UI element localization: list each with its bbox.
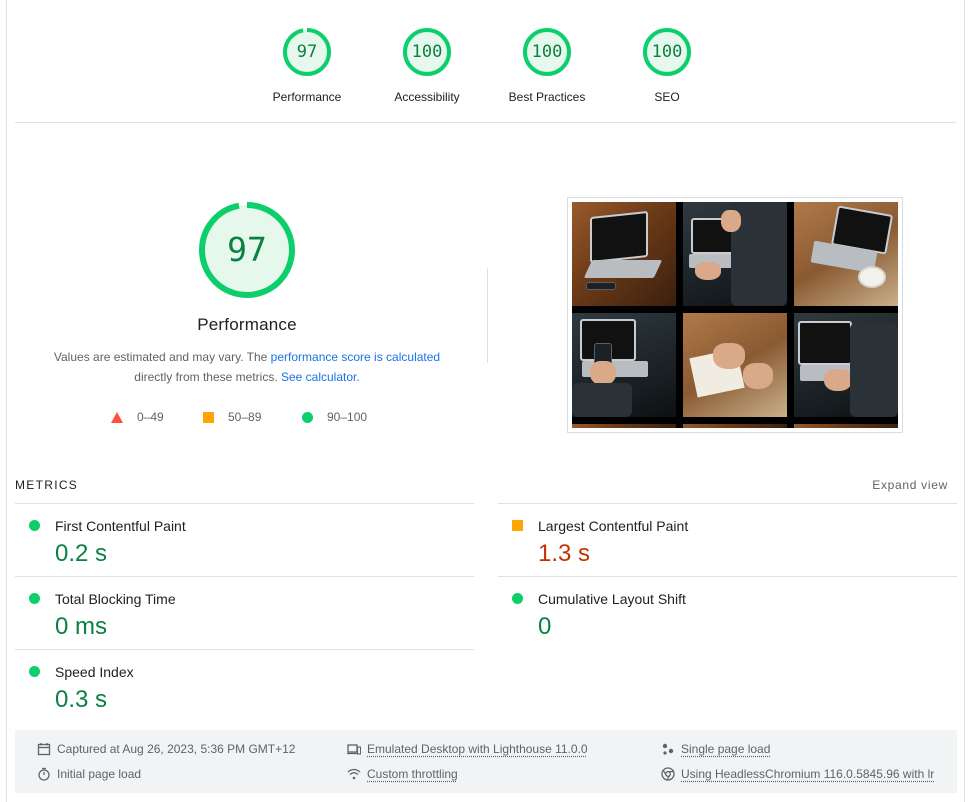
photo-tile [683, 202, 787, 306]
performance-title: Performance [197, 315, 297, 334]
photo-tile [683, 424, 787, 428]
screenshot-grid [572, 202, 898, 428]
chrome-icon [661, 767, 675, 781]
see-calculator-link[interactable]: See calculator. [281, 370, 360, 384]
gauge-label: SEO [654, 90, 680, 104]
legend-average-label: 50–89 [228, 410, 262, 424]
emulated-text[interactable]: Emulated Desktop with Lighthouse 11.0.0 [367, 742, 588, 756]
captured-text: Captured at Aug 26, 2023, 5:36 PM GMT+12 [57, 742, 296, 756]
throttling-text[interactable]: Custom throttling [367, 767, 458, 781]
legend-fail-label: 0–49 [137, 410, 164, 424]
triangle-icon [111, 411, 123, 423]
gauge-performance[interactable]: 97 Performance [252, 27, 362, 104]
gauge-ring: 97 [282, 27, 332, 77]
expand-view-button[interactable]: Expand view [872, 478, 948, 492]
pass-circle-icon [29, 666, 40, 677]
metrics-heading: METRICS [15, 478, 79, 492]
photo-tile [683, 313, 787, 417]
legend-fail: 0–49 [111, 410, 164, 424]
metric-value: 0 ms [55, 613, 108, 640]
gauge-ring: 100 [522, 27, 572, 77]
pass-circle-icon [29, 520, 40, 531]
metric-fcp: First Contentful Paint 0.2 s [15, 503, 474, 576]
metric-lcp: Largest Contentful Paint 1.3 s [498, 503, 957, 576]
header-divider [15, 122, 956, 123]
photo-tile [794, 313, 898, 417]
desc-text-2: directly from these metrics. [134, 370, 281, 384]
metric-value: 0 [538, 613, 552, 640]
score-calculated-link[interactable]: performance score is calculated [271, 350, 440, 364]
metric-cls: Cumulative Layout Shift 0 [498, 576, 957, 649]
photo-tile [572, 202, 676, 306]
average-square-icon [512, 520, 523, 531]
emulated-device[interactable]: Emulated Desktop with Lighthouse 11.0.0 [347, 742, 588, 756]
photo-tile [572, 424, 676, 428]
gauge-score: 100 [411, 42, 443, 62]
metric-label: Largest Contentful Paint [538, 518, 689, 534]
gauge-score: 97 [296, 42, 318, 62]
lighthouse-report: 97 Performance 100 Accessibility 100 Bes… [6, 0, 965, 802]
vertical-divider [487, 268, 488, 363]
performance-summary: 97 Performance Values are estimated and … [15, 200, 479, 387]
captured-at: Captured at Aug 26, 2023, 5:36 PM GMT+12 [37, 742, 295, 756]
devices-icon [347, 744, 361, 755]
final-screenshot[interactable] [567, 197, 903, 433]
gauge-score: 100 [651, 42, 683, 62]
initial-page-load: Initial page load [37, 767, 141, 781]
runtime-settings: Captured at Aug 26, 2023, 5:36 PM GMT+12… [15, 730, 957, 793]
legend-average: 50–89 [203, 410, 261, 424]
photo-tile [794, 424, 898, 428]
gauge-ring: 100 [402, 27, 452, 77]
gauge-ring: 100 [642, 27, 692, 77]
pass-circle-icon [512, 593, 523, 604]
desc-text-1: Values are estimated and may vary. The [53, 350, 271, 364]
initial-load-text: Initial page load [57, 767, 142, 781]
metric-label: Total Blocking Time [55, 591, 176, 607]
metric-value: 0.3 s [55, 686, 108, 713]
metric-tbt: Total Blocking Time 0 ms [15, 576, 474, 649]
single-page-load[interactable]: Single page load [661, 742, 770, 756]
throttling[interactable]: Custom throttling [347, 767, 458, 781]
stopwatch-icon [38, 767, 50, 781]
legend-pass-label: 90–100 [327, 410, 368, 424]
metric-speed-index: Speed Index 0.3 s [15, 649, 474, 722]
performance-gauge: 97 [197, 200, 297, 300]
performance-description: Values are estimated and may vary. The p… [15, 347, 479, 387]
performance-score: 97 [227, 230, 267, 269]
metric-value: 1.3 s [538, 540, 591, 567]
gauge-best-practices[interactable]: 100 Best Practices [492, 27, 602, 104]
browser-version[interactable]: Using HeadlessChromium 116.0.5845.96 wit… [661, 767, 934, 781]
using-text[interactable]: Using HeadlessChromium 116.0.5845.96 wit… [681, 767, 934, 781]
gauge-accessibility[interactable]: 100 Accessibility [372, 27, 482, 104]
metric-value: 0.2 s [55, 540, 108, 567]
legend-pass: 90–100 [302, 410, 367, 424]
single-load-text[interactable]: Single page load [681, 742, 770, 756]
photo-tile [794, 202, 898, 306]
metric-label: Speed Index [55, 664, 134, 680]
gauge-score: 100 [531, 42, 563, 62]
calendar-icon [37, 743, 51, 756]
photo-tile [572, 313, 676, 417]
metric-label: Cumulative Layout Shift [538, 591, 686, 607]
nodes-icon [662, 743, 674, 755]
circle-icon [302, 411, 313, 423]
wifi-icon [347, 768, 361, 780]
gauge-label: Accessibility [394, 90, 460, 104]
score-legend: 0–49 50–89 90–100 [111, 410, 391, 426]
gauge-seo[interactable]: 100 SEO [612, 27, 722, 104]
square-icon [203, 411, 214, 423]
pass-circle-icon [29, 593, 40, 604]
gauge-label: Best Practices [508, 90, 586, 104]
gauge-label: Performance [272, 90, 342, 104]
category-gauges: 97 Performance 100 Accessibility 100 Bes… [7, 0, 964, 122]
metric-label: First Contentful Paint [55, 518, 186, 534]
